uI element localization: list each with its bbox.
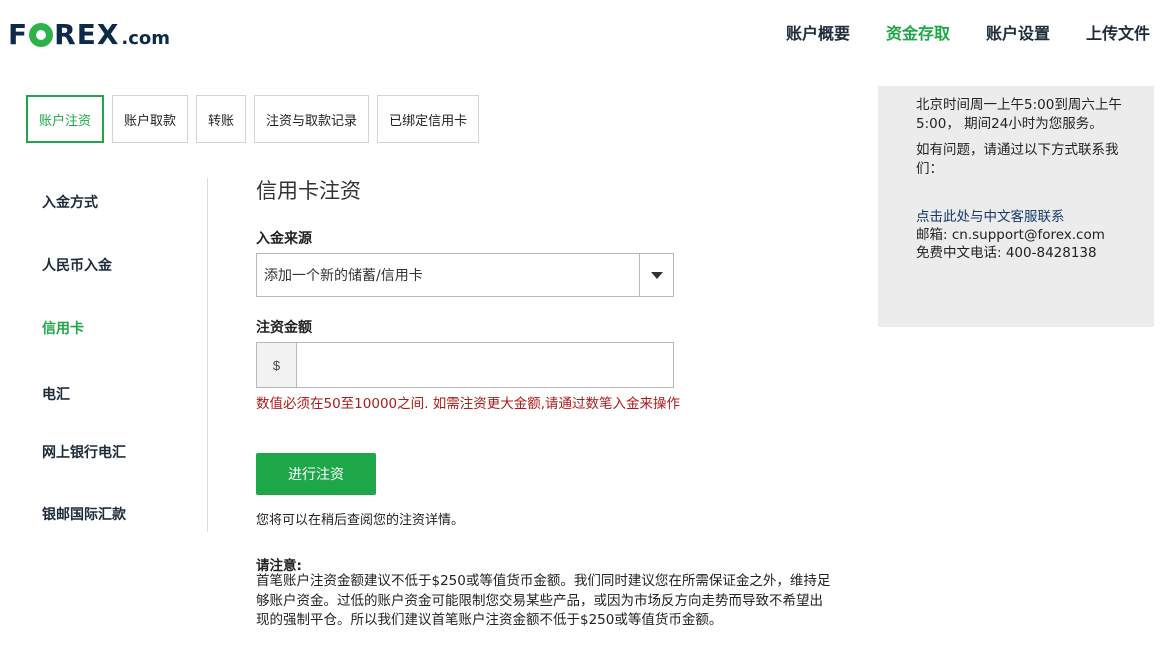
deposit-form: 信用卡注资 入金来源 添加一个新的储蓄/信用卡 注资金额 $ 数值必须在50至1… [256,175,856,628]
logo-letters: REX [54,18,120,51]
card-source-select[interactable]: 添加一个新的储蓄/信用卡 [256,253,674,297]
nav-funding[interactable]: 资金存取 [886,20,950,44]
sidebar-item-wire[interactable]: 电汇 [42,384,70,404]
details-note: 您将可以在稍后查阅您的注资详情。 [256,513,465,528]
sidebar-item-online-wire[interactable]: 网上银行电汇 [42,442,126,462]
tab-transfer[interactable]: 转账 [196,95,247,143]
sidebar-item-credit-card[interactable]: 信用卡 [42,318,84,338]
nav-account-settings[interactable]: 账户设置 [986,20,1050,44]
chinese-support-link[interactable]: 点击此处与中文客服联系 [916,208,1140,226]
tab-withdraw[interactable]: 账户取款 [112,95,189,143]
sidebar-item-rmb[interactable]: 人民币入金 [42,255,112,275]
amount-input[interactable] [297,343,673,387]
submit-deposit-button[interactable]: 进行注资 [256,453,376,495]
logo-o-mark [29,23,54,47]
card-source-value: 添加一个新的储蓄/信用卡 [264,268,423,284]
service-hours: 北京时间周一上午5:00到周六上午5:00， 期间24小时为您服务。 [916,97,1122,132]
funding-tabs: 账户注资 账户取款 转账 注资与取款记录 已绑定信用卡 [26,95,487,143]
nav-upload-files[interactable]: 上传文件 [1086,20,1150,44]
support-info-panel: 北京时间周一上午5:00到周六上午5:00， 期间24小时为您服务。 如有问题，… [878,86,1154,327]
logo-letter-f: F [8,18,29,51]
forex-logo[interactable]: F REX .com [8,18,171,51]
sidebar-item-methods[interactable]: 入金方式 [42,192,98,212]
tab-deposit[interactable]: 账户注资 [26,95,105,143]
notice-body: 首笔账户注资金额建议不低于$250或等值货币金额。我们同时建议您在所需保证金之外… [256,573,831,628]
nav-account-summary[interactable]: 账户概要 [786,20,850,44]
support-email: 邮箱: cn.support@forex.com [916,227,1105,243]
amount-error-message: 数值必须在50至10000之间. 如需注资更大金额,请通过数笔入金来操作 [256,396,680,412]
top-nav: 账户概要 资金存取 账户设置 上传文件 [750,20,1150,44]
amount-field-group: $ [256,342,674,388]
currency-prefix: $ [257,343,297,387]
sidebar-item-postal[interactable]: 银邮国际汇款 [42,504,126,524]
deposit-methods-sidebar: 入金方式 人民币入金 信用卡 电汇 网上银行电汇 银邮国际汇款 [42,178,208,532]
page-title: 信用卡注资 [256,179,361,203]
amount-label: 注资金额 [256,320,312,336]
tab-history[interactable]: 注资与取款记录 [254,95,370,143]
support-phone: 免费中文电话: 400-8428138 [916,245,1097,261]
source-label: 入金来源 [256,231,312,247]
logo-suffix: .com [121,28,171,49]
contact-prompt: 如有问题，请通过以下方式联系我们： [916,142,1119,177]
tab-linked-cards[interactable]: 已绑定信用卡 [377,95,480,143]
chevron-down-icon[interactable] [639,254,673,296]
notice-title: 请注意: [256,558,302,574]
